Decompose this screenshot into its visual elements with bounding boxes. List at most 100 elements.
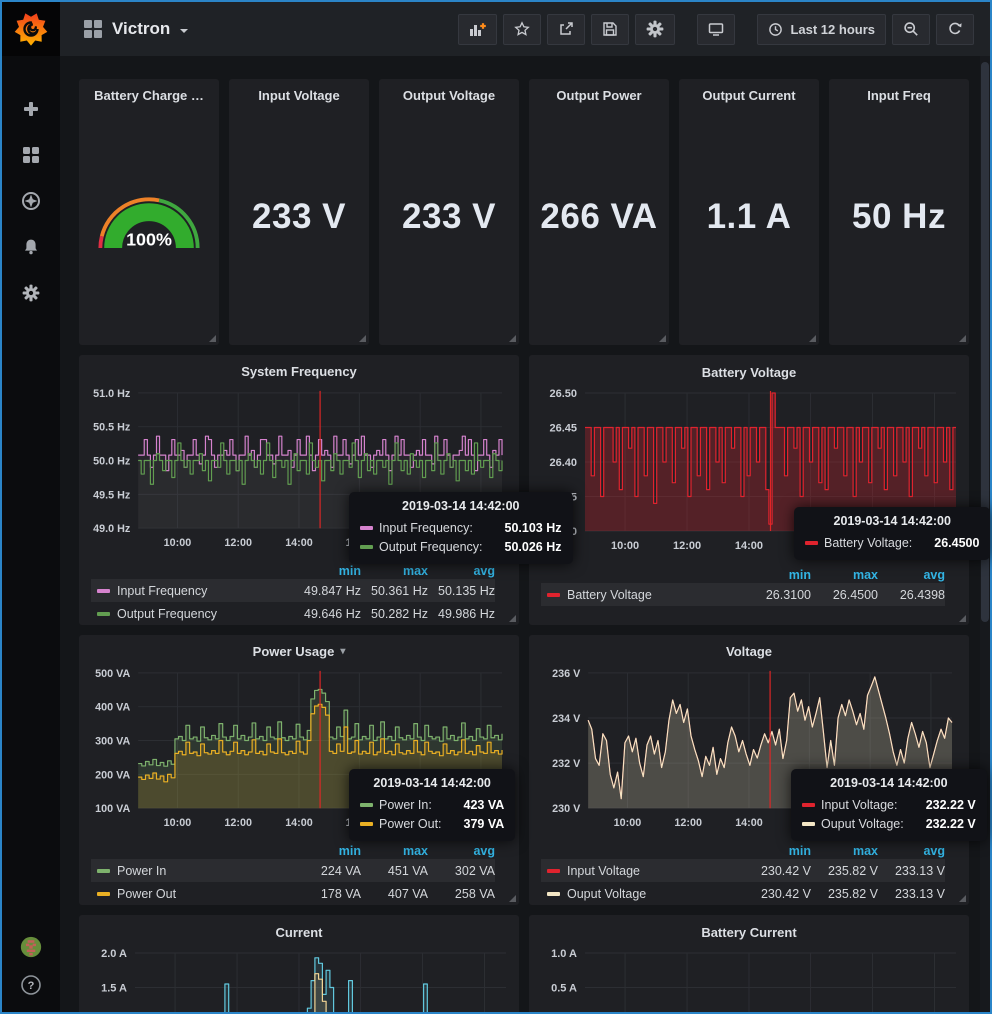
help-icon[interactable]: ? [20,974,42,996]
legend-col-avg[interactable]: avg [428,844,495,858]
legend-col-max[interactable]: max [811,844,878,858]
create-icon[interactable] [20,98,42,120]
graphs-row-1: System Frequency51.0 Hz50.5 Hz50.0 Hz49.… [79,355,969,625]
legend-min-value: 230.42 V [744,864,811,878]
legend-col-avg[interactable]: avg [428,564,495,578]
legend-header: minmaxavg [91,843,495,859]
svg-text:14:00: 14:00 [735,540,763,552]
panel-title[interactable]: Battery Charge … [94,88,204,103]
user-avatar[interactable] [20,936,42,958]
chart-legend: minmaxavgInput Frequency49.847 Hz50.361 … [79,563,519,625]
tooltip-timestamp: 2019-03-14 14:42:00 [805,514,979,528]
graphs-row-3: Current2.0 A1.5 A1.0 A0.5 A0.0 A10:0012:… [79,915,969,1012]
graph-panel-battery-voltage: Battery Voltage26.5026.4526.4026.3526.30… [529,355,969,625]
chart-current[interactable]: 2.0 A1.5 A1.0 A0.5 A0.0 A10:0012:0014:00… [79,945,519,1012]
svg-text:2.0 A: 2.0 A [101,948,127,960]
settings-gear-button[interactable] [635,14,675,45]
panel-resize-handle[interactable] [809,335,816,342]
legend-col-min[interactable]: min [744,844,811,858]
battery-charge-gauge: 100% [85,178,213,260]
legend-header: minmaxavg [541,843,945,859]
share-button[interactable] [547,14,585,45]
panel-title[interactable]: Battery Voltage [529,355,969,385]
panel-resize-handle[interactable] [509,335,516,342]
legend-series-name: Input Frequency [97,584,294,598]
panel-resize-handle[interactable] [359,335,366,342]
panel-title[interactable]: Output Current [702,88,795,103]
chart-battery-current[interactable]: 1.0 A0.5 A0.0 A-0.5 A-1.0 A10:0012:0014:… [529,945,969,1012]
svg-text:236 V: 236 V [552,667,581,679]
legend-col-avg[interactable]: avg [878,844,945,858]
tooltip-series-row: Input Frequency:50.103 Hz [360,518,562,537]
panel-resize-handle[interactable] [509,895,516,902]
legend-col-max[interactable]: max [361,564,428,578]
legend-row[interactable]: Output Frequency49.646 Hz50.282 Hz49.986… [91,602,495,625]
svg-text:26.45: 26.45 [549,423,577,435]
panel-resize-handle[interactable] [209,335,216,342]
legend-row[interactable]: Power Out178 VA407 VA258 VA [91,882,495,905]
legend-col-min[interactable]: min [294,564,361,578]
legend-col-min[interactable]: min [294,844,361,858]
legend-max-value: 50.361 Hz [361,584,428,598]
save-button[interactable] [591,14,629,45]
stat-value: 233 V [402,103,496,345]
alerting-bell-icon[interactable] [20,236,42,258]
panel-menu-caret-icon: ▾ [340,646,345,657]
dashboard-picker[interactable]: Victron [84,19,188,39]
grafana-logo[interactable] [2,2,60,56]
panel-title[interactable]: Current [79,915,519,945]
panel-title[interactable]: Input Freq [867,88,931,103]
panel-title[interactable]: Battery Current [529,915,969,945]
zoom-out-button[interactable] [892,14,930,45]
panel-title[interactable]: System Frequency [79,355,519,385]
legend-col-min[interactable]: min [744,568,811,582]
legend-col-max[interactable]: max [361,844,428,858]
tooltip-swatch [805,541,818,545]
add-panel-button[interactable] [458,14,497,45]
panel-title[interactable]: Output Power [556,88,641,103]
graph-panel-current: Current2.0 A1.5 A1.0 A0.5 A0.0 A10:0012:… [79,915,519,1012]
legend-row[interactable]: Power In224 VA451 VA302 VA [91,859,495,882]
panel-resize-handle[interactable] [959,895,966,902]
legend-col-avg[interactable]: avg [878,568,945,582]
legend-row[interactable]: Ouput Voltage230.42 V235.82 V233.13 V [541,882,945,905]
clock-icon [768,22,783,37]
legend-min-value: 224 VA [294,864,361,878]
stat-panel-output-current: Output Current1.1 A [679,79,819,345]
panel-title[interactable]: Voltage [529,635,969,665]
legend-series-name: Power Out [97,887,294,901]
configuration-gear-icon[interactable] [20,282,42,304]
graph-panel-battery-current: Battery Current1.0 A0.5 A0.0 A-0.5 A-1.0… [529,915,969,1012]
legend-row[interactable]: Input Frequency49.847 Hz50.361 Hz50.135 … [91,579,495,602]
svg-text:10:00: 10:00 [164,816,192,828]
star-button[interactable] [503,14,541,45]
legend-series-name: Output Frequency [97,607,294,621]
panel-title[interactable]: Output Voltage [403,88,495,103]
legend-series-name: Input Voltage [547,864,744,878]
tv-mode-button[interactable] [697,14,735,45]
legend-max-value: 235.82 V [811,864,878,878]
panel-title[interactable]: Input Voltage [258,88,339,103]
panel-resize-handle[interactable] [959,335,966,342]
legend-row[interactable]: Input Voltage230.42 V235.82 V233.13 V [541,859,945,882]
tooltip-timestamp: 2019-03-14 14:42:00 [802,776,976,790]
legend-min-value: 178 VA [294,887,361,901]
explore-compass-icon[interactable] [20,190,42,212]
gauge: 100% [85,103,213,345]
tooltip-timestamp: 2019-03-14 14:42:00 [360,499,562,513]
svg-text:100 VA: 100 VA [95,803,130,815]
stat-value: 266 VA [540,103,657,345]
panel-resize-handle[interactable] [659,335,666,342]
dashboards-icon[interactable] [20,144,42,166]
legend-row[interactable]: Battery Voltage26.310026.450026.4398 [541,583,945,606]
tooltip-series-row: Ouput Voltage:232.22 V [802,814,976,833]
time-range-button[interactable]: Last 12 hours [757,14,886,45]
panel-resize-handle[interactable] [509,615,516,622]
legend-swatch [97,892,110,896]
legend-col-max[interactable]: max [811,568,878,582]
tooltip-swatch [802,803,815,807]
refresh-button[interactable] [936,14,974,45]
panel-title[interactable]: Power Usage▾ [79,635,519,665]
tooltip-series-row: Power Out:379 VA [360,814,504,833]
panel-resize-handle[interactable] [959,615,966,622]
